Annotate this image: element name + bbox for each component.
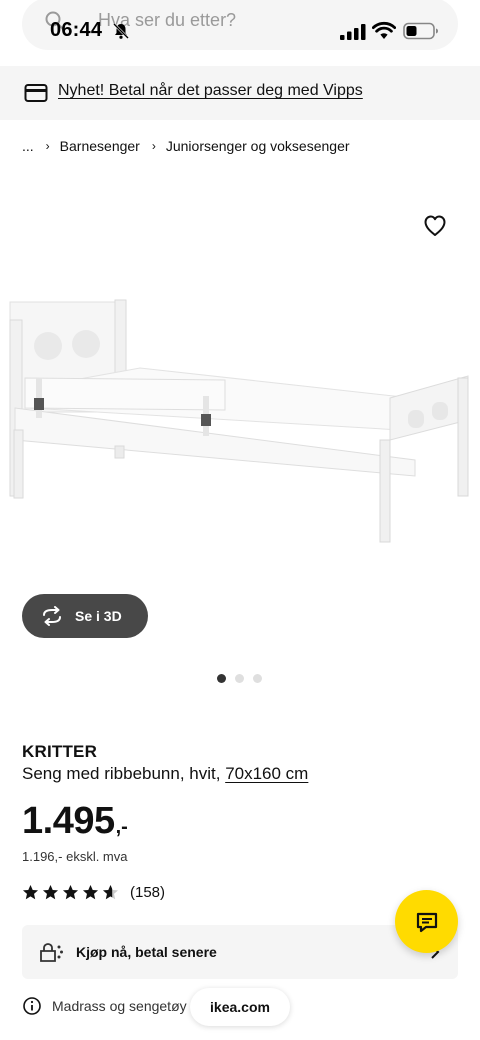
price-ex-vat: 1.196,- ekskl. mva [22,849,128,864]
price-main: 1.495 [22,800,115,842]
star-icon [23,885,38,900]
star-icon [103,885,118,900]
view-3d-label: Se i 3D [75,608,122,624]
breadcrumb-ellipsis[interactable]: ... [22,138,34,154]
product-description-text: Seng med ribbebunn, hvit, [22,764,226,783]
chat-icon [416,912,437,932]
credit-card-icon [24,84,48,102]
product-image[interactable] [0,280,480,590]
info-text: Madrass og sengetøy s [52,998,198,1014]
status-time: 06:44 [50,19,103,41]
bell-muted-icon [113,23,129,39]
heart-icon[interactable] [420,210,450,240]
info-icon [23,997,41,1015]
product-size-link[interactable]: 70x160 cm [225,764,308,783]
product-description: Seng med ribbebunn, hvit, 70x160 cm [22,764,308,784]
star-icon [83,885,98,900]
chat-button[interactable] [395,890,458,953]
product-rating[interactable]: (158) [22,884,165,901]
chevron-right-icon: › [45,139,50,153]
battery-icon [403,22,438,40]
rotate-3d-icon [43,606,61,626]
browser-url-pill[interactable]: ikea.com [190,988,290,1026]
cellular-signal-icon [340,24,366,40]
view-3d-button[interactable]: Se i 3D [22,594,148,638]
rating-stars [22,884,119,901]
promo-banner[interactable]: Nyhet! Betal når det passer deg med Vipp… [0,66,480,120]
carousel-dot-1[interactable] [217,674,226,683]
carousel-dots [217,674,262,683]
price-suffix: ,- [115,816,128,838]
info-row: Madrass og sengetøy s [22,996,198,1016]
breadcrumb-item-barnesenger[interactable]: Barnesenger [60,138,140,154]
product-price: 1.495 ,- [22,800,128,843]
star-icon [43,885,58,900]
review-count[interactable]: (158) [130,884,165,901]
promo-link[interactable]: Nyhet! Betal når det passer deg med Vipp… [58,82,363,100]
carousel-dot-2[interactable] [235,674,244,683]
wifi-icon [372,21,396,39]
breadcrumb-item-juniorsenger[interactable]: Juniorsenger og voksesenger [166,138,350,154]
product-name: KRITTER [22,742,98,761]
pay-later-label: Kjøp nå, betal senere [76,944,217,960]
pay-later-bar[interactable]: Kjøp nå, betal senere [22,925,458,979]
carousel-dot-3[interactable] [253,674,262,683]
chevron-right-icon: › [151,139,156,153]
breadcrumb: ... › Barnesenger › Juniorsenger og voks… [22,136,350,156]
star-icon [63,885,78,900]
payment-icon [40,943,63,962]
